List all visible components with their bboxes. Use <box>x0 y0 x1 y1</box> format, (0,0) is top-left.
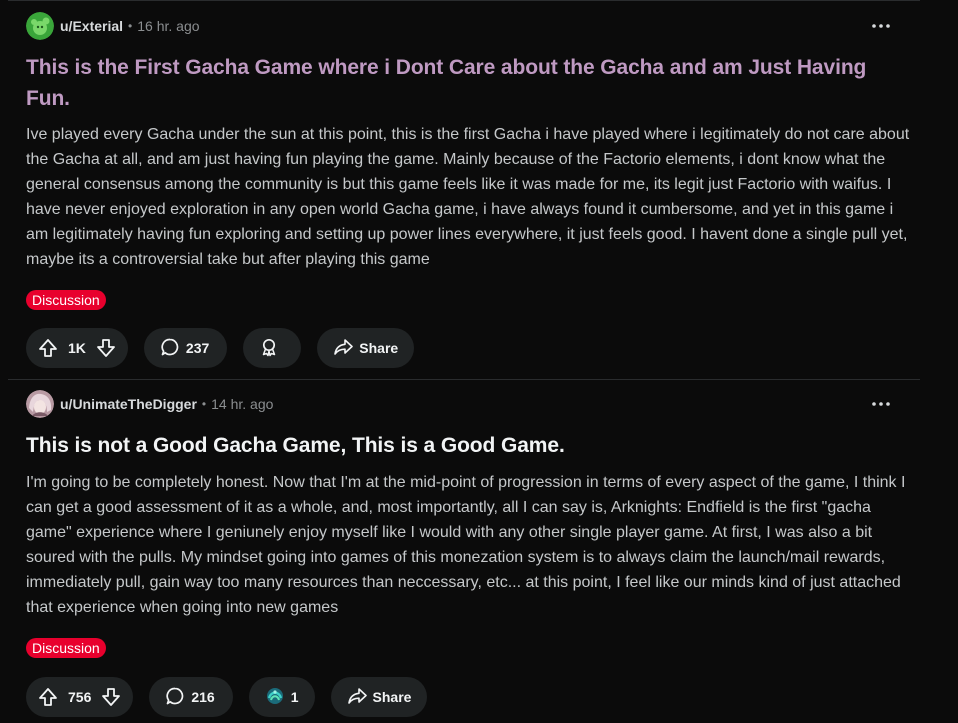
more-options-icon[interactable] <box>866 14 896 38</box>
award-count: 1 <box>290 689 299 705</box>
rainbow-award-icon <box>265 686 285 709</box>
post-card[interactable]: u/UnimateTheDigger • 14 hr. ago This is … <box>8 380 920 723</box>
post-meta: u/UnimateTheDigger • 14 hr. ago <box>26 389 273 419</box>
green-snoo-avatar-icon[interactable] <box>26 12 54 40</box>
comments-button[interactable]: 216 <box>149 677 233 717</box>
comment-icon <box>165 686 185 709</box>
separator-dot: • <box>128 19 133 33</box>
comment-count: 216 <box>191 689 215 705</box>
separator-dot: • <box>201 397 207 411</box>
vote-count: 1K <box>68 340 86 356</box>
post-card[interactable]: u/Exterial • 16 hr. ago This is the Firs… <box>8 0 920 379</box>
post-actions: 1K 237 Share <box>26 328 415 368</box>
post-time: 16 hr. ago <box>137 18 200 34</box>
share-icon <box>333 337 354 360</box>
award-button[interactable]: 1 <box>248 677 315 717</box>
post-body[interactable]: I'm going to be completely honest. Now t… <box>26 470 910 620</box>
award-icon <box>259 337 279 360</box>
share-button[interactable]: Share <box>317 328 415 368</box>
post-meta: u/Exterial • 16 hr. ago <box>26 11 200 41</box>
anime-girl-avatar-icon[interactable] <box>26 390 54 418</box>
upvote-icon[interactable] <box>34 334 62 362</box>
comments-button[interactable]: 237 <box>143 328 228 368</box>
username[interactable]: u/UnimateTheDigger <box>60 396 197 412</box>
post-title[interactable]: This is not a Good Gacha Game, This is a… <box>26 430 906 461</box>
flair-badge[interactable]: Discussion <box>26 290 106 310</box>
comment-icon <box>160 337 180 360</box>
downvote-icon[interactable] <box>97 683 125 711</box>
post-feed: u/Exterial • 16 hr. ago This is the Firs… <box>0 0 958 723</box>
share-icon <box>347 686 367 709</box>
share-label: Share <box>359 340 399 356</box>
comment-count: 237 <box>185 340 210 356</box>
vote-count: 756 <box>68 689 92 705</box>
award-button[interactable] <box>243 328 302 368</box>
upvote-icon[interactable] <box>34 683 62 711</box>
downvote-icon[interactable] <box>92 334 120 362</box>
post-body[interactable]: Ive played every Gacha under the sun at … <box>26 122 910 272</box>
post-title[interactable]: This is the First Gacha Game where i Don… <box>26 52 906 114</box>
vote-pill: 756 <box>26 677 134 717</box>
share-button[interactable]: Share <box>330 677 428 717</box>
post-actions: 756 216 1 Share <box>26 677 428 717</box>
divider <box>8 0 920 1</box>
share-label: Share <box>372 689 412 705</box>
vote-pill: 1K <box>26 328 128 368</box>
more-options-icon[interactable] <box>866 392 896 416</box>
username[interactable]: u/Exterial <box>60 18 123 34</box>
flair-badge[interactable]: Discussion <box>26 638 106 658</box>
post-time: 14 hr. ago <box>211 396 274 412</box>
